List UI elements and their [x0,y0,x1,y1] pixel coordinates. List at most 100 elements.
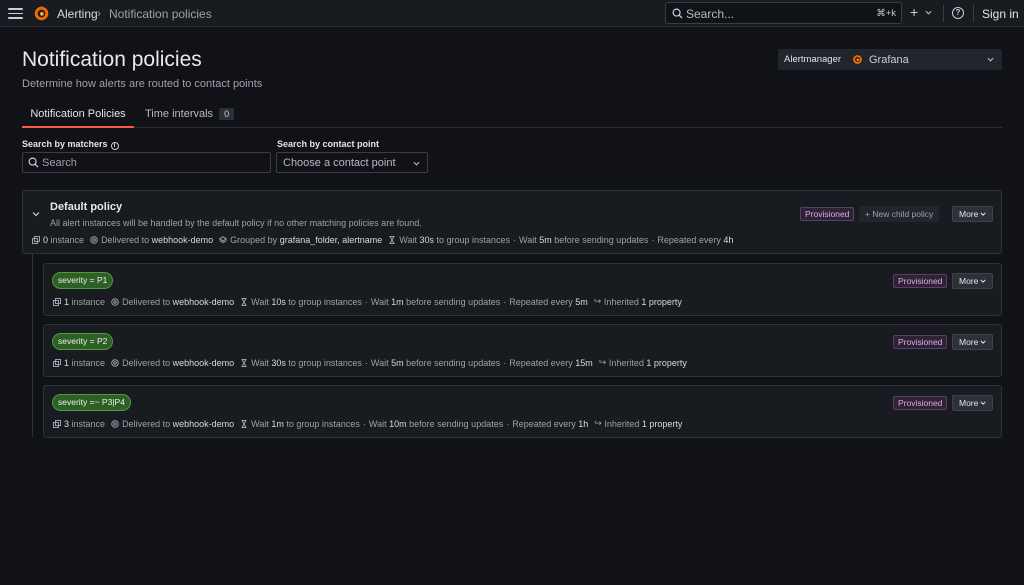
alertmanager-value: Grafana [869,54,909,66]
at-icon [111,358,119,367]
policy-meta: 1 instance Delivered to webhook-demo Wai… [53,296,688,307]
tab-label: Time intervals [145,108,214,120]
child-policy-card: severity =~ P3|P4 Provisioned More 3 ins… [43,385,1002,438]
repeat-label: Repeated every [657,235,721,245]
wait-label: Wait [368,418,387,429]
group-interval-suffix: before sending updates [406,296,501,307]
tab-notification-policies[interactable]: Notification Policies [22,103,134,128]
instances-label: instance [71,418,106,429]
inherited-info[interactable]: ↪ Inherited 1 property [594,418,682,429]
repeat-value: 5m [575,296,588,307]
group-wait-suffix: to group instances [436,235,511,245]
dot-separator: · [503,296,507,307]
global-search-input[interactable]: Search... ⌘+k [665,2,902,24]
default-policy-card: Default policy All alert instances will … [22,190,1002,254]
inherited-value: 1 property [646,357,687,368]
new-child-policy-button[interactable]: + New child policy [859,206,940,222]
grouped-label: Grouped by [230,235,278,245]
at-icon [111,297,119,306]
alertmanager-select[interactable]: Grafana [846,49,1002,70]
inherited-label: Inherited [603,296,639,307]
at-icon [111,419,119,428]
timing-info: Wait 30s to group instances · Wait 5m befo… [388,235,733,245]
matchers-search-input[interactable]: Search [22,152,271,173]
more-button[interactable]: More [952,395,994,411]
group-wait-value: 30s [271,357,286,368]
matcher-chip: severity = P2 [52,333,114,350]
inherit-arrow-icon: ↪ [593,296,604,306]
search-placeholder: Search... [686,7,735,21]
dot-separator: · [506,418,510,429]
delivered-info: Delivered to webhook-demo [90,235,213,245]
provisioned-badge: Provisioned [800,207,855,221]
search-icon [28,157,39,168]
hourglass-icon [241,358,247,367]
hourglass-icon [389,236,395,244]
group-wait-suffix: to group instances [288,357,362,368]
search-shortcut: ⌘+k [876,8,896,19]
sign-in-link[interactable]: Sign in [982,7,1019,21]
contact-point-select[interactable]: Choose a contact point [276,152,428,173]
default-policy-title: Default policy [50,201,123,213]
instances-info[interactable]: 1 instance [53,358,105,368]
instances-info[interactable]: 0 instance [32,235,84,245]
chevron-down-icon [980,279,986,283]
info-icon[interactable]: i [110,142,119,150]
chevron-down-icon [980,340,986,344]
new-button[interactable]: + [910,4,918,20]
group-icon [219,236,228,244]
repeat-value: 15m [575,357,593,368]
group-wait-suffix: to group instances [288,296,362,307]
policy-meta: 1 instance Delivered to webhook-demo Wai… [53,357,693,368]
more-label: More [959,209,979,219]
inherit-arrow-icon: ↪ [598,357,609,367]
dot-separator: · [364,357,368,368]
contact-point-link[interactable]: webhook-demo [173,297,235,307]
contact-point-link[interactable]: webhook-demo [173,419,235,429]
divider [973,5,974,22]
contact-point-link[interactable]: webhook-demo [152,235,214,245]
layers-icon [53,358,61,367]
grafana-logo-icon[interactable] [33,5,50,22]
more-label: More [959,337,979,347]
grafana-logo-icon [853,55,862,64]
chevron-down-icon[interactable] [925,9,932,16]
more-button[interactable]: More [952,206,994,222]
matcher-chip: severity =~ P3|P4 [52,394,131,411]
group-interval-suffix: before sending updates [406,357,501,368]
inherited-info[interactable]: ↪ Inherited 1 property [594,296,682,307]
provisioned-badge: Provisioned [893,274,948,288]
instances-info[interactable]: 1 instance [53,297,105,307]
count-badge: 0 [219,108,235,120]
wait-label: Wait [251,296,269,307]
inherit-arrow-icon: ↪ [594,418,605,428]
matchers-label: Search by matchers i [22,139,119,150]
breadcrumb-alerting[interactable]: Alerting [57,7,98,21]
help-icon[interactable]: ? [952,7,964,19]
top-bar: Alerting › Notification policies Search.… [0,0,1024,27]
provisioned-badge: Provisioned [893,335,948,349]
matchers-placeholder: Search [42,157,77,169]
group-wait-value: 30s [419,235,434,245]
hamburger-menu-icon[interactable] [8,8,23,19]
more-button[interactable]: More [952,273,994,289]
inherited-info[interactable]: ↪ Inherited 1 property [599,357,687,368]
group-interval-suffix: before sending updates [554,235,649,245]
dot-separator: · [651,235,655,245]
child-policy-card: severity = P2 Provisioned More 1 instanc… [43,324,1002,377]
contact-point-link[interactable]: webhook-demo [173,358,235,368]
chevron-down-icon[interactable] [32,210,40,218]
chevron-down-icon [980,401,986,405]
dot-separator: · [513,235,517,245]
divider [943,5,944,22]
tab-time-intervals[interactable]: Time intervals 0 [145,103,235,128]
group-wait-suffix: to group instances [286,418,360,429]
tree-connector [32,254,33,437]
tab-bar: Notification Policies Time intervals 0 [22,103,1002,128]
at-icon [90,236,98,244]
more-label: More [959,276,979,286]
instances-info[interactable]: 3 instance [53,419,105,429]
chevron-down-icon [987,57,994,62]
more-button[interactable]: More [952,334,994,350]
page-title: Notification policies [22,48,202,71]
